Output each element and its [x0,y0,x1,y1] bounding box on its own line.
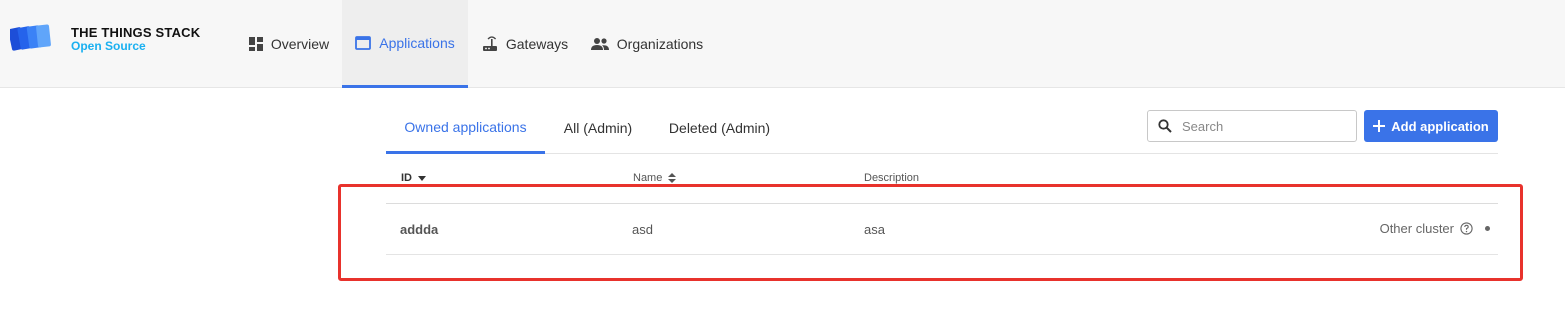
tab-all-admin[interactable]: All (Admin) [551,103,645,153]
tab-label: Deleted (Admin) [668,120,771,136]
things-stack-logo-icon [10,24,51,51]
search-icon [1158,119,1172,133]
search-input[interactable] [1182,118,1352,134]
tab-deleted-admin[interactable]: Deleted (Admin) [662,103,777,153]
router-icon [482,36,497,51]
plus-icon [1373,120,1386,132]
column-header-id[interactable]: ID [401,172,426,184]
cluster-status-label: Other cluster [1379,221,1454,236]
dashboard-icon [248,37,263,51]
tab-label: Owned applications [404,119,527,135]
nav-label-organizations: Organizations [616,36,704,52]
sort-icon [668,173,677,183]
sort-down-icon [418,175,426,181]
tab-owned-applications[interactable]: Owned applications [386,103,545,154]
nav-item-applications[interactable]: Applications [342,0,468,88]
tab-label: All (Admin) [563,120,633,136]
table-header: ID Name Description [386,164,1498,204]
brand-logo[interactable]: THE THINGS STACK Open Source [10,24,210,58]
people-icon [590,38,609,50]
window-icon [355,35,372,50]
nav-item-gateways[interactable]: Gateways [476,0,574,88]
column-label: Description [864,172,920,184]
add-application-label: Add application [1391,118,1489,134]
column-header-description: Description [864,172,919,184]
nav-item-overview[interactable]: Overview [236,0,342,88]
search-box[interactable] [1147,110,1357,142]
help-circle-icon[interactable] [1460,222,1473,235]
cell-id: addda [400,222,439,237]
column-label: Name [633,172,663,184]
cluster-status: Other cluster [1380,221,1490,236]
nav-label-gateways: Gateways [505,36,569,52]
column-label: ID [401,172,412,184]
nav-item-organizations[interactable]: Organizations [584,0,710,88]
brand-subtitle: Open Source [71,39,146,53]
status-dot-icon [1485,226,1490,231]
cell-description: asa [864,222,885,237]
nav-label-applications: Applications [379,34,455,51]
cell-name: asd [632,222,653,237]
nav-label-overview: Overview [270,36,330,52]
table-row[interactable]: addda asd asa Other cluster [386,205,1498,255]
column-header-name[interactable]: Name [633,172,677,184]
add-application-button[interactable]: Add application [1364,110,1498,142]
top-header: THE THINGS STACK Open Source Overview Ap… [0,0,1565,88]
brand-title: THE THINGS STACK [71,25,201,40]
